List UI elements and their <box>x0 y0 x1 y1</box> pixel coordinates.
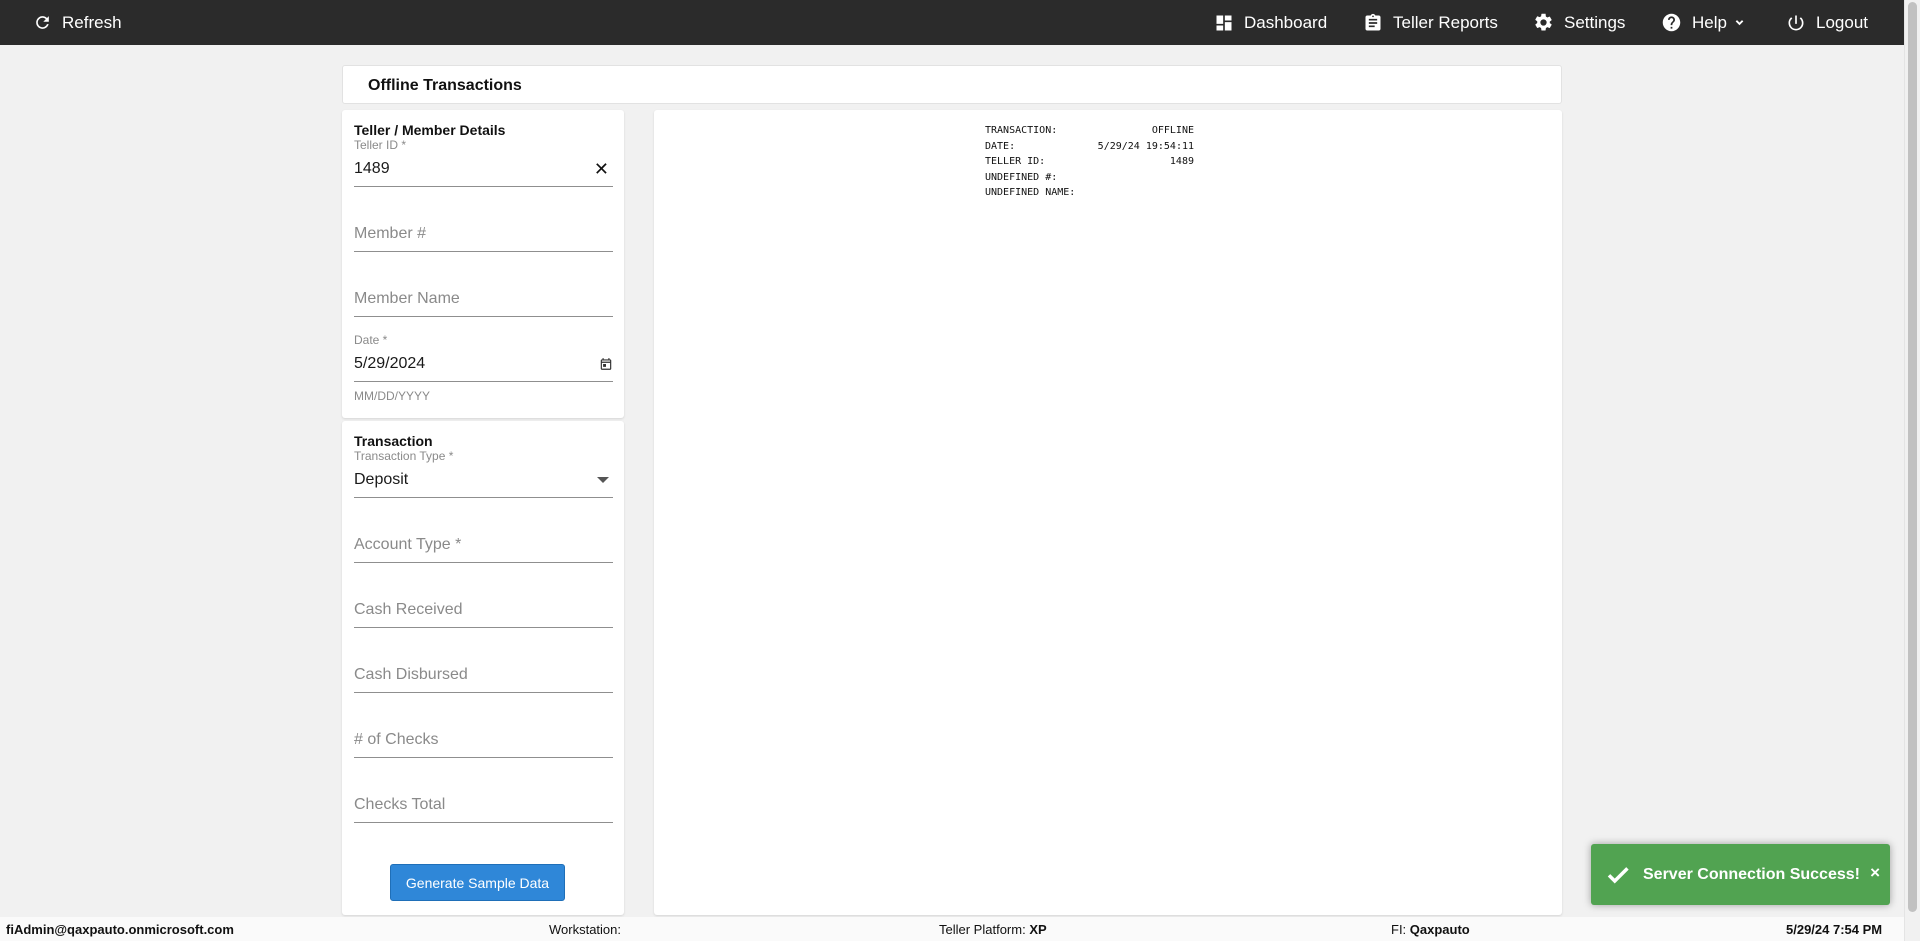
footer-workstation: Workstation: <box>549 922 621 937</box>
fi-label: FI: <box>1391 922 1407 937</box>
chevron-down-icon <box>1733 16 1746 29</box>
account-type-field: Account Type * <box>354 514 613 563</box>
logout-label: Logout <box>1816 12 1868 32</box>
date-field: Date * 5/29/2024 MM/DD/YYYY <box>354 333 613 403</box>
cash-disbursed-input[interactable]: Cash Disbursed <box>354 666 468 684</box>
receipt-line-value: 5/29/24 19:54:11 <box>1097 140 1194 152</box>
receipt-line: TRANSACTION: OFFLINE <box>985 123 1194 139</box>
teller-id-field: Teller ID * 1489 ✕ <box>354 138 613 187</box>
footer-datetime: 5/29/24 7:54 PM <box>1786 922 1883 937</box>
refresh-button[interactable]: Refresh <box>33 0 122 45</box>
scrollbar-thumb[interactable] <box>1908 2 1917 912</box>
date-input[interactable]: 5/29/2024 <box>354 355 425 373</box>
receipt-line: DATE: 5/29/24 19:54:11 <box>985 139 1194 155</box>
toast-message: Server Connection Success! <box>1643 865 1860 883</box>
account-type-input[interactable]: Account Type * <box>354 536 461 554</box>
receipt-line-label: UNDEFINED NAME: <box>985 187 1076 199</box>
checkmark-icon <box>1591 862 1631 888</box>
transaction-type-label: Transaction Type * <box>354 449 454 463</box>
transaction-card: Transaction Transaction Type * Deposit A… <box>342 421 624 915</box>
date-label: Date * <box>354 333 388 347</box>
toast-close-icon[interactable]: × <box>1870 863 1880 883</box>
teller-id-input[interactable]: 1489 <box>354 160 390 178</box>
refresh-label: Refresh <box>62 12 122 32</box>
date-format-hint: MM/DD/YYYY <box>354 389 431 403</box>
platform-value: XP <box>1029 922 1047 937</box>
receipt-preview: TRANSACTION: OFFLINE DATE: 5/29/24 19:54… <box>654 110 1562 915</box>
help-menu-button[interactable]: Help <box>1661 0 1746 45</box>
num-checks-input[interactable]: # of Checks <box>354 731 438 749</box>
member-number-field: Member # <box>354 203 613 252</box>
checks-total-field: Checks Total <box>354 774 613 823</box>
top-navbar: Refresh Dashboard Teller Reports Setting… <box>0 0 1920 45</box>
num-checks-field: # of Checks <box>354 709 613 758</box>
help-label: Help <box>1692 12 1727 32</box>
transaction-type-value: Deposit <box>354 471 409 488</box>
page-title: Offline Transactions <box>368 77 522 94</box>
transaction-type-select[interactable]: Deposit <box>354 463 613 498</box>
teller-id-label: Teller ID * <box>354 138 407 152</box>
receipt-line-label: DATE: <box>985 140 1016 152</box>
settings-label: Settings <box>1564 12 1626 32</box>
receipt-line-label: TELLER ID: <box>985 156 1046 168</box>
cash-disbursed-field: Cash Disbursed <box>354 644 613 693</box>
member-details-card: Teller / Member Details Teller ID * 1489… <box>342 110 624 418</box>
receipt-line-label: UNDEFINED #: <box>985 171 1058 183</box>
receipt-line: TELLER ID: 1489 <box>985 154 1194 170</box>
refresh-icon <box>33 13 52 32</box>
platform-label: Teller Platform: <box>939 922 1026 937</box>
clear-icon[interactable]: ✕ <box>594 160 613 178</box>
clipboard-icon <box>1363 13 1383 33</box>
receipt-text: TRANSACTION: OFFLINE DATE: 5/29/24 19:54… <box>985 123 1194 201</box>
member-name-field: Member Name <box>354 268 613 317</box>
receipt-line-label: TRANSACTION: <box>985 125 1058 136</box>
member-number-input[interactable]: Member # <box>354 225 426 243</box>
footer-user: fiAdmin@qaxpauto.onmicrosoft.com <box>6 922 234 937</box>
teller-reports-button[interactable]: Teller Reports <box>1363 0 1498 45</box>
teller-reports-label: Teller Reports <box>1393 12 1498 32</box>
gear-icon <box>1533 12 1554 33</box>
power-icon <box>1786 13 1806 33</box>
success-toast: Server Connection Success! × <box>1591 844 1890 905</box>
cash-received-input[interactable]: Cash Received <box>354 601 463 619</box>
dashboard-icon <box>1214 13 1234 33</box>
page-header: Offline Transactions <box>342 65 1562 104</box>
page-scrollbar[interactable] <box>1904 0 1920 941</box>
checks-total-input[interactable]: Checks Total <box>354 796 445 814</box>
cash-received-field: Cash Received <box>354 579 613 628</box>
dashboard-button[interactable]: Dashboard <box>1214 0 1327 45</box>
dropdown-caret-icon <box>597 477 609 483</box>
help-circle-icon <box>1661 12 1682 33</box>
receipt-line: UNDEFINED #: <box>985 170 1194 186</box>
transaction-title: Transaction <box>354 433 433 449</box>
member-name-input[interactable]: Member Name <box>354 290 460 308</box>
workstation-label: Workstation: <box>549 922 622 937</box>
footer-platform: Teller Platform: XP <box>939 922 1047 937</box>
member-details-title: Teller / Member Details <box>354 122 506 138</box>
receipt-line-value: 1489 <box>1169 156 1194 168</box>
transaction-type-field: Transaction Type * Deposit <box>354 449 613 498</box>
receipt-line-value: OFFLINE <box>1151 125 1194 136</box>
footer-fi: FI: Qaxpauto <box>1391 922 1470 937</box>
status-bar: fiAdmin@qaxpauto.onmicrosoft.com Worksta… <box>0 917 1904 941</box>
settings-button[interactable]: Settings <box>1533 0 1625 45</box>
fi-value: Qaxpauto <box>1409 922 1470 937</box>
calendar-icon[interactable] <box>599 357 613 371</box>
logout-button[interactable]: Logout <box>1786 0 1868 45</box>
generate-sample-data-button[interactable]: Generate Sample Data <box>390 864 565 901</box>
receipt-line: UNDEFINED NAME: <box>985 185 1194 201</box>
dashboard-label: Dashboard <box>1244 12 1328 32</box>
